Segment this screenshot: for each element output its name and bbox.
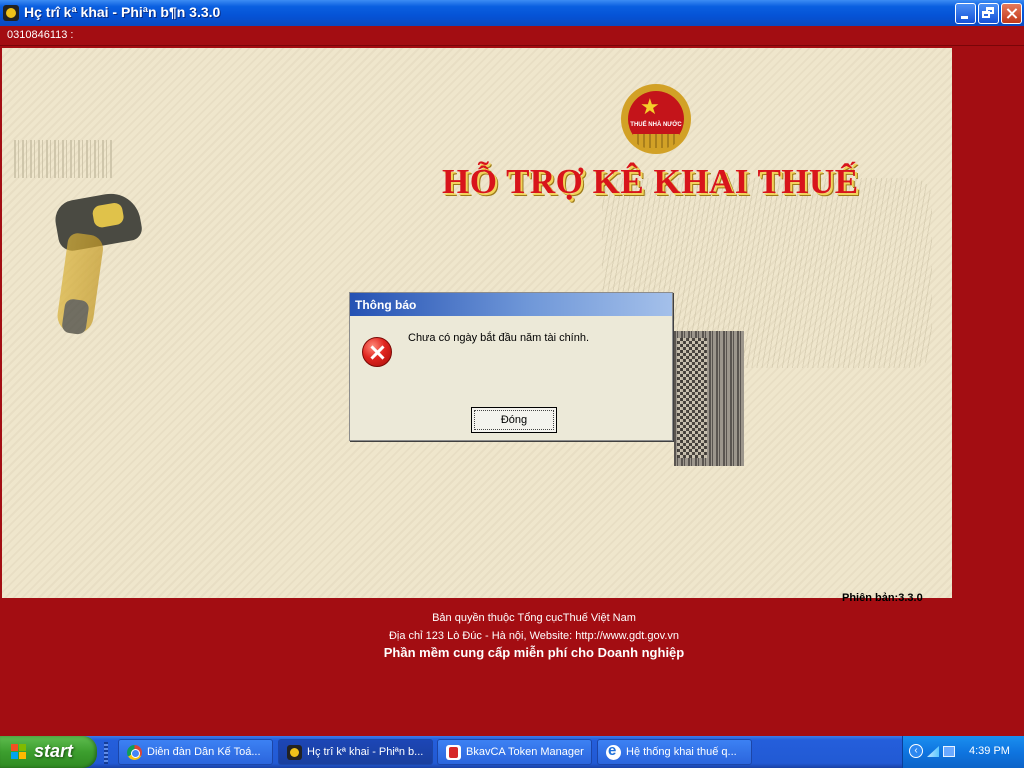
taskbar-item-bkav[interactable]: BkavCA Token Manager xyxy=(437,739,592,765)
copyright-text: Bản quyền thuộc Tổng cụcThuế Việt Nam xyxy=(432,612,636,624)
signal-icon[interactable] xyxy=(927,746,939,757)
taskbar-item-forum[interactable]: Diễn đàn Dân Kế Toá... xyxy=(118,739,273,765)
emblem-text: THUẾ NHÀ NƯỚC xyxy=(630,122,682,128)
dialog-title: Thông báo xyxy=(355,298,417,312)
bkav-icon xyxy=(446,745,461,760)
matrix-code-image xyxy=(677,338,707,458)
close-button[interactable] xyxy=(1001,3,1022,24)
barcode-decoration xyxy=(14,140,114,178)
taskbar-item-label: BkavCA Token Manager xyxy=(466,746,584,758)
taskbar: start Diễn đàn Dân Kế Toá... Hç trî kª k… xyxy=(0,736,1024,768)
error-icon xyxy=(362,337,392,367)
chrome-icon xyxy=(127,745,142,760)
tin-bar: 0310846113 : xyxy=(0,26,1024,46)
taskbar-item-tax-system[interactable]: Hệ thống khai thuế q... xyxy=(597,739,752,765)
window-title: Hç trî kª khai - Phiªn b¶n 3.3.0 xyxy=(24,4,221,20)
clock[interactable]: 4:39 PM xyxy=(969,745,1010,757)
minimize-button[interactable] xyxy=(955,3,976,24)
dialog-titlebar[interactable]: Thông báo xyxy=(350,293,672,316)
page-title: HỖ TRỢ KÊ KHAI THUẾ xyxy=(442,162,859,201)
app-icon xyxy=(287,745,302,760)
gear-icon xyxy=(633,134,679,148)
taskbar-item-label: Hç trî kª khai - Phiªn b... xyxy=(307,746,424,758)
start-label: start xyxy=(34,741,74,761)
tin-text: 0310846113 : xyxy=(7,29,74,41)
barcode-scanner-illustration xyxy=(52,189,144,337)
taskbar-item-label: Diễn đàn Dân Kế Toá... xyxy=(147,746,261,758)
restore-button[interactable] xyxy=(978,3,999,24)
network-icon[interactable] xyxy=(943,746,955,757)
taskbar-item-tax-app[interactable]: Hç trî kª khai - Phiªn b... xyxy=(278,739,433,765)
ie-icon xyxy=(606,742,621,760)
tagline-text: Phần mềm cung cấp miễn phí cho Doanh ngh… xyxy=(383,645,685,660)
tax-emblem-logo: ★ THUẾ NHÀ NƯỚC xyxy=(621,84,691,156)
window-titlebar[interactable]: Hç trî kª khai - Phiªn b¶n 3.3.0 xyxy=(0,0,1024,26)
address-text: Địa chỉ 123 Lò Đúc - Hà nội, Website: ht… xyxy=(388,630,679,642)
taskbar-grip[interactable] xyxy=(104,742,108,764)
taskbar-item-label: Hệ thống khai thuế q... xyxy=(626,746,737,758)
windows-logo-icon xyxy=(11,744,27,760)
star-icon: ★ xyxy=(640,94,660,119)
footer: Bản quyền thuộc Tổng cụcThuế Việt Nam Đị… xyxy=(2,598,952,703)
chevron-left-icon[interactable]: ‹ xyxy=(909,744,923,758)
dialog-message: Chưa có ngày bắt đầu năm tài chính. xyxy=(408,332,590,344)
message-dialog: Thông báo Chưa có ngày bắt đầu năm tài c… xyxy=(349,292,673,441)
system-tray: ‹ 4:39 PM xyxy=(902,736,1024,768)
app-icon[interactable] xyxy=(3,5,19,21)
start-button[interactable]: start xyxy=(0,736,97,768)
close-dialog-button[interactable]: Đóng xyxy=(471,407,557,433)
